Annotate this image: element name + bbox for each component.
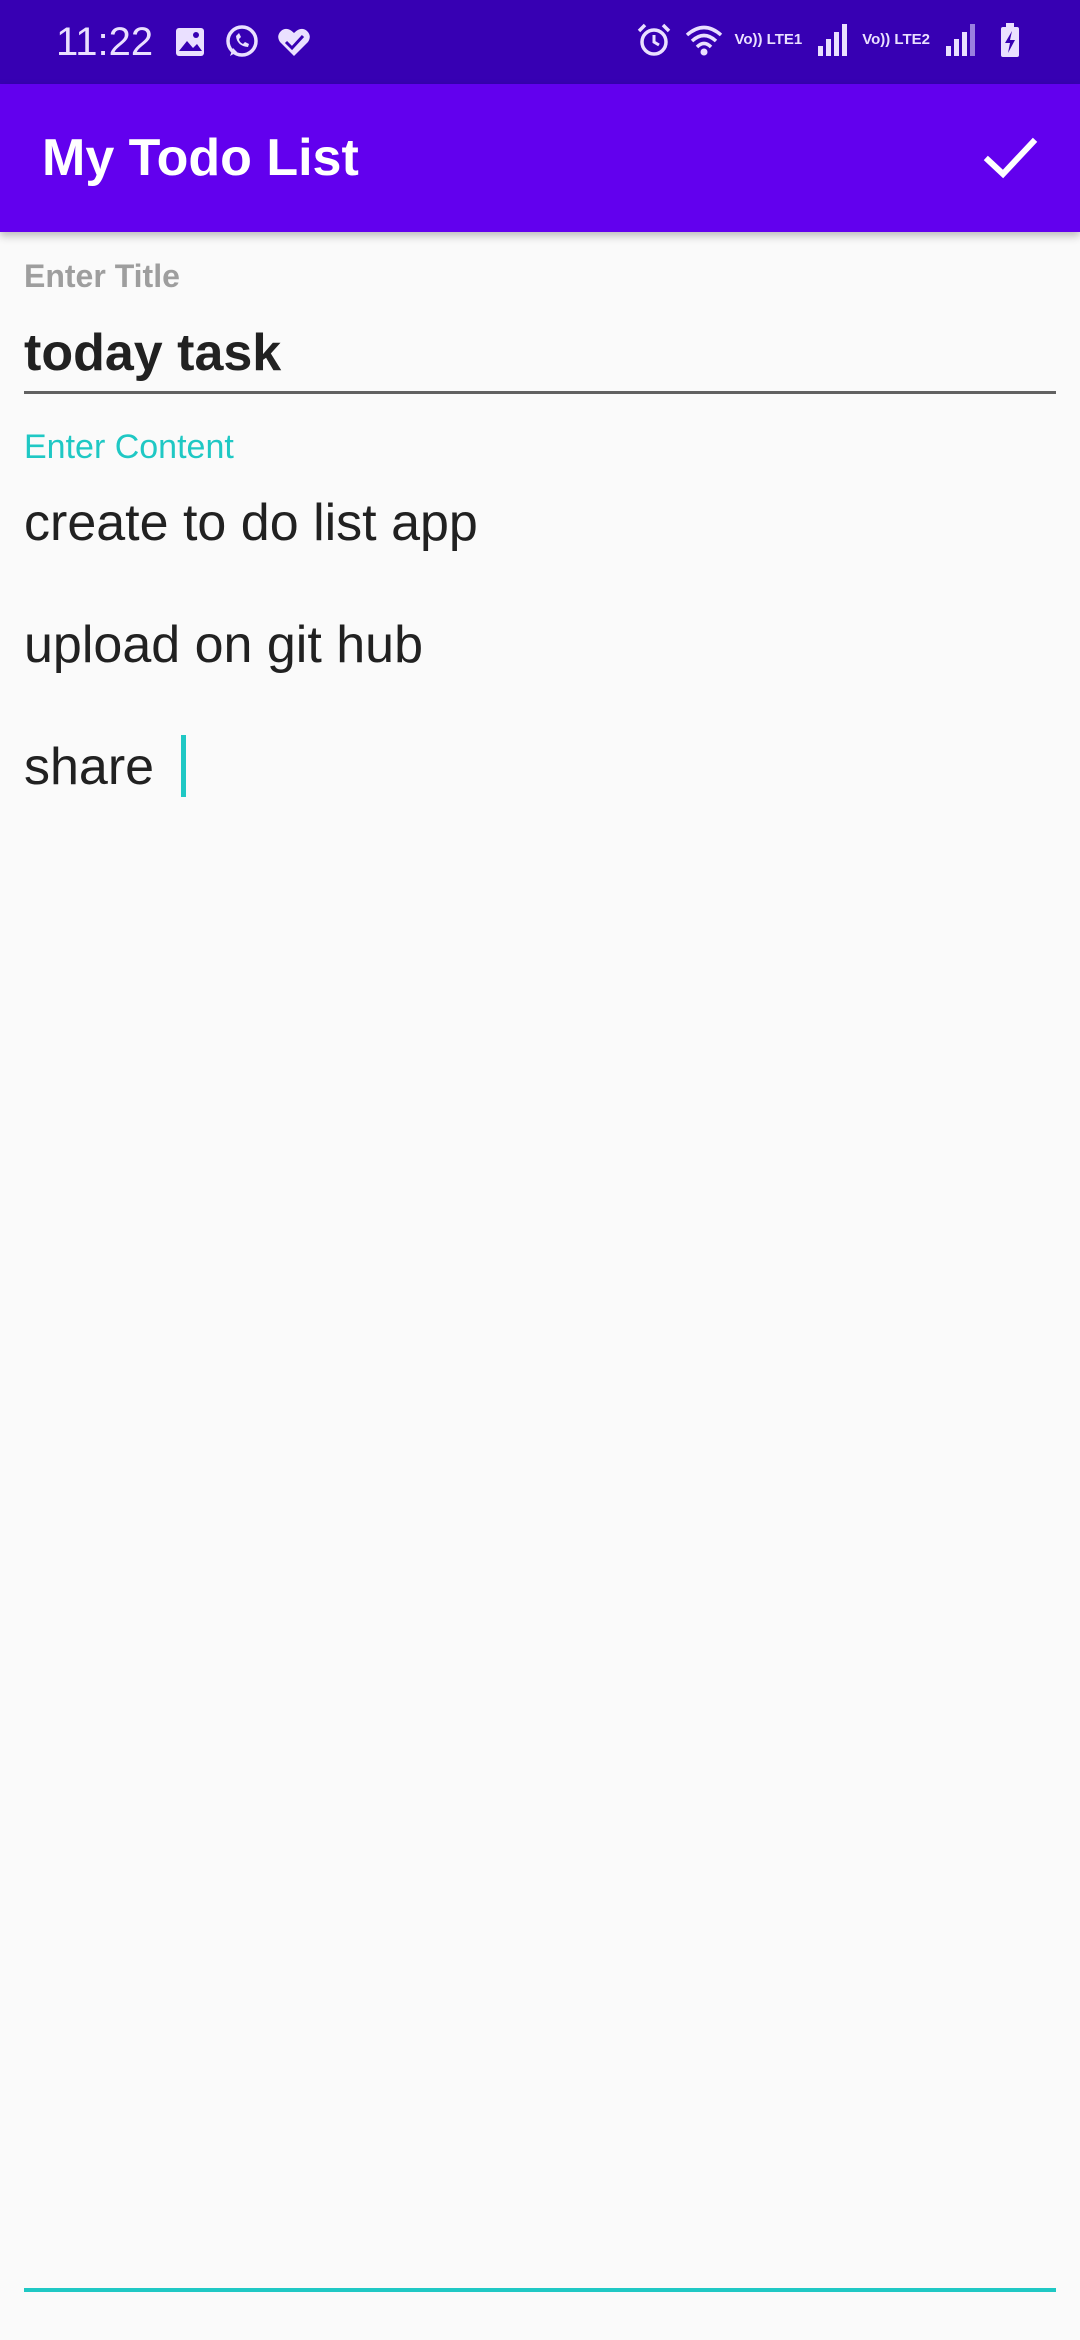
title-input[interactable] [24,314,1056,394]
status-left-icons [170,22,314,62]
image-icon [170,22,210,62]
text-caret [180,735,186,798]
title-field-label: Enter Title [24,258,180,294]
app-bar: My Todo List [0,84,1080,232]
status-time: 11:22 [56,20,154,64]
signal-lte1-icon [812,20,852,60]
check-icon [983,137,1038,179]
content-line: create to do list app [24,480,1056,602]
content-field-label: Enter Content [24,428,234,466]
content-line: upload on git hub [24,602,1056,724]
sim2-label: Vo)) LTE2 [862,31,930,48]
signal-lte2-icon [940,20,980,60]
content-line-text: upload on git hub [24,616,424,674]
status-right-icons: Vo)) LTE1 Vo)) LTE2 [634,20,1030,60]
health-icon [274,22,314,62]
save-check-button[interactable] [970,118,1050,198]
whatsapp-icon [222,22,262,62]
content-line: share [24,724,1056,846]
sim1-label: Vo)) LTE1 [734,31,803,48]
alarm-icon [634,20,674,60]
content-line-text: share [24,738,169,796]
content-line-text: create to do list app [24,494,478,552]
status-bar: 11:22 Vo)) LTE1 Vo)) LTE2 [0,0,1080,84]
battery-charging-icon [990,20,1030,60]
wifi-icon [684,20,724,60]
content-input[interactable]: create to do list app upload on git hub … [24,480,1056,2292]
app-title: My Todo List [42,129,359,187]
